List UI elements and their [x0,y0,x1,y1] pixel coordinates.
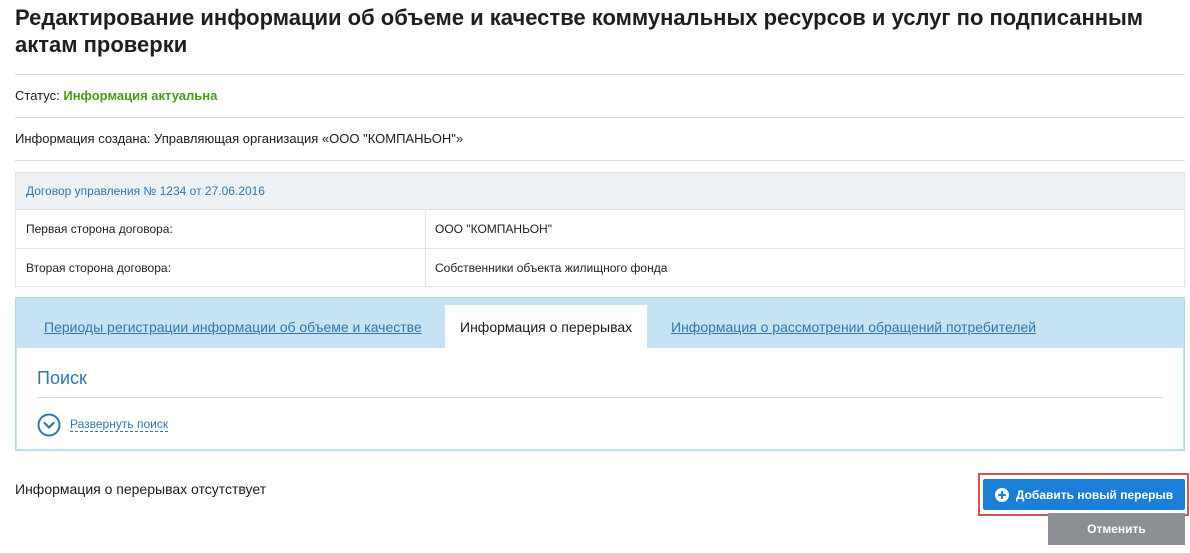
status-row: Статус: Информация актуальна [15,75,1185,117]
tab-registration-periods[interactable]: Периоды регистрации информации об объеме… [44,319,422,335]
status-badge: Информация актуальна [63,88,218,103]
second-party-value: Собственники объекта жилищного фонда [435,261,668,275]
add-button-label: Добавить новый перерыв [1015,487,1174,502]
tab-consumer-requests[interactable]: Информация о рассмотрении обращений потр… [671,319,1036,335]
chevron-down-circle-icon[interactable] [37,413,61,437]
divider [15,160,1185,161]
created-text: Информация создана: Управляющая организа… [15,131,464,146]
created-row: Информация создана: Управляющая организа… [15,118,1185,160]
tabs-panel: Периоды регистрации информации об объеме… [15,297,1185,451]
cancel-button[interactable]: Отменить [1048,513,1185,545]
page-title: Редактирование информации об объеме и ка… [15,5,1144,57]
contract-table: Договор управления № 1234 от 27.06.2016 … [15,172,1185,287]
tab-interruptions[interactable]: Информация о перерывах [445,305,648,348]
tab-content: Поиск Развернуть поиск [17,348,1183,449]
first-party-value: ООО "КОМПАНЬОН" [435,222,552,236]
empty-message: Информация о перерывах отсутствует [15,481,267,497]
first-party-label: Первая сторона договора: [16,210,426,248]
search-title: Поиск [37,368,87,388]
page-content: Редактирование информации об объеме и ка… [15,0,1185,451]
table-row: Первая сторона договора: ООО "КОМПАНЬОН" [16,210,1184,248]
contract-header: Договор управления № 1234 от 27.06.2016 [16,173,1184,210]
plus-circle-icon [994,487,1009,502]
second-party-label: Вторая сторона договора: [16,249,426,286]
expand-search-link[interactable]: Развернуть поиск [70,417,169,432]
divider [37,397,1163,398]
tabs-bar: Периоды регистрации информации об объеме… [16,298,1184,348]
status-label: Статус: [15,88,60,103]
table-row: Вторая сторона договора: Собственники об… [16,248,1184,286]
add-interruption-button[interactable]: Добавить новый перерыв [983,479,1185,510]
